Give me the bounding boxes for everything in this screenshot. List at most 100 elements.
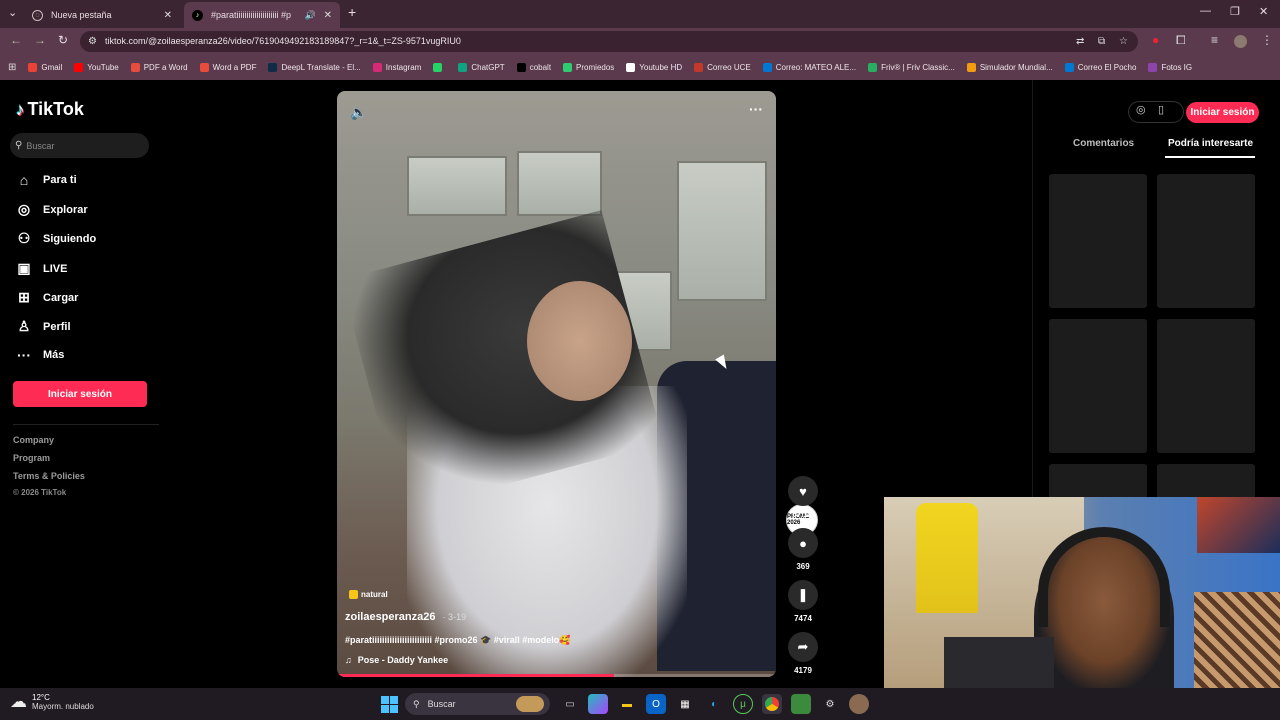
sidebar-item-5[interactable]: ♙ Perfil: [15, 318, 71, 335]
extensions-puzzle-icon[interactable]: ⧠: [1176, 33, 1186, 48]
volume-icon[interactable]: 🔈: [350, 104, 367, 121]
sidebar-item-3[interactable]: ▣ LIVE: [15, 260, 67, 277]
suggested-video-placeholder[interactable]: [1049, 319, 1147, 453]
browser-toolbar: ← → ↻ ⚙ tiktok.com/@zoilaesperanza26/vid…: [0, 28, 1280, 55]
tab-new-tab[interactable]: ◌ Nueva pestaña ✕: [24, 2, 180, 28]
forward-icon[interactable]: →: [34, 33, 46, 47]
store-icon[interactable]: ▦: [675, 694, 695, 714]
bookmark-item[interactable]: Gmail: [28, 63, 62, 72]
close-window-icon[interactable]: ✕: [1259, 5, 1268, 18]
tab-audio-icon[interactable]: 🔊: [305, 10, 316, 21]
outlook-icon[interactable]: O: [646, 694, 666, 714]
translate-icon[interactable]: ⇄: [1076, 36, 1084, 47]
bookmark-label: DeepL Translate - El...: [281, 63, 361, 72]
comment-button[interactable]: ● 369: [787, 528, 819, 571]
close-tab-icon[interactable]: ✕: [164, 10, 172, 21]
profile-avatar[interactable]: [1234, 35, 1247, 48]
suggested-video-placeholder[interactable]: [1157, 319, 1255, 453]
taskbar-search[interactable]: ⚲ Buscar: [405, 693, 550, 715]
header-login-button[interactable]: Iniciar sesión: [1186, 102, 1259, 123]
chrome-menu-icon[interactable]: ⋮: [1261, 33, 1273, 47]
minecraft-icon[interactable]: [791, 694, 811, 714]
apps-grid-icon[interactable]: ⊞: [8, 62, 16, 73]
tab-suggested[interactable]: Podría interesarte: [1168, 138, 1253, 149]
weather-widget[interactable]: ☁ 12°C Mayorm. nublado: [10, 692, 94, 712]
coins-icon[interactable]: ◎: [1136, 103, 1146, 116]
new-tab-button[interactable]: +: [348, 4, 356, 20]
reload-icon[interactable]: ↻: [58, 33, 68, 47]
active-tab-underline: [1165, 156, 1255, 158]
video-author[interactable]: zoilaesperanza26 · 3-19: [345, 611, 466, 623]
task-view-icon[interactable]: ▭: [560, 694, 580, 714]
sticker-tag[interactable]: natural: [349, 590, 388, 599]
close-tab-icon[interactable]: ✕: [324, 10, 332, 21]
login-button[interactable]: Iniciar sesión: [13, 381, 147, 407]
suggested-video-placeholder[interactable]: [1049, 174, 1147, 308]
tab-label: #paratiiiiiiiiiiiiiiiiiiiii #p: [211, 10, 292, 20]
suggested-video-placeholder[interactable]: [1157, 174, 1255, 308]
sidebar-item-1[interactable]: ◎ Explorar: [15, 201, 88, 218]
footer-link-company[interactable]: Company: [13, 435, 54, 445]
bookmark-item[interactable]: YouTube: [74, 63, 119, 72]
site-info-icon[interactable]: ⚙: [88, 36, 97, 47]
bookmark-item[interactable]: Correo UCE: [694, 63, 751, 72]
bookmark-item[interactable]: Fotos IG: [1148, 63, 1192, 72]
bookmark-item[interactable]: [433, 63, 446, 72]
media-controls-icon[interactable]: ≡: [1211, 33, 1218, 47]
sticker-icon: [349, 590, 358, 599]
address-bar[interactable]: ⚙ tiktok.com/@zoilaesperanza26/video/761…: [80, 31, 1138, 52]
bookmark-label: ChatGPT: [471, 63, 505, 72]
bookmark-item[interactable]: Word a PDF: [199, 63, 256, 72]
video-player[interactable]: 🔈 ··· natural zoilaesperanza26 · 3-19 #p…: [337, 91, 776, 677]
bookmark-star-icon[interactable]: ☆: [1119, 36, 1128, 47]
tab-comments[interactable]: Comentarios: [1073, 138, 1134, 149]
sidebar-item-2[interactable]: ⚇ Siguiendo: [15, 230, 96, 247]
bookmark-item[interactable]: PDF a Word: [130, 63, 188, 72]
author-name[interactable]: zoilaesperanza26: [345, 611, 436, 623]
video-progress-bar[interactable]: [337, 674, 776, 677]
utorrent-icon[interactable]: μ: [733, 694, 753, 714]
install-app-icon[interactable]: ⧉: [1098, 36, 1105, 47]
bookmark-item[interactable]: DeepL Translate - El...: [268, 63, 361, 72]
footer-link-program[interactable]: Program: [13, 453, 50, 463]
bookmark-item[interactable]: Youtube HD: [626, 63, 682, 72]
user-app-icon[interactable]: [849, 694, 869, 714]
video-caption[interactable]: #paratiiiiiiiiiiiiiiiiiiiiiiii #promo26 …: [345, 635, 570, 646]
bookmark-item[interactable]: Friv® | Friv Classic...: [868, 63, 955, 72]
chrome-taskbar-icon[interactable]: [762, 694, 782, 714]
bookmark-item[interactable]: Correo El Pocho: [1064, 63, 1136, 72]
sidebar-item-6[interactable]: ··· Más: [15, 347, 64, 363]
bookmark-favicon-icon: [74, 63, 84, 72]
search-input[interactable]: ⚲ Buscar: [10, 133, 149, 158]
share-arrow-icon: ➦: [788, 632, 818, 662]
sidebar-item-label: Para ti: [43, 174, 77, 186]
windows-start-icon[interactable]: [381, 696, 398, 713]
bookmark-item[interactable]: cobalt: [516, 63, 551, 72]
sidebar-item-0[interactable]: ⌂ Para ti: [15, 172, 77, 188]
bookmark-item[interactable]: Correo: MATEO ALE...: [762, 63, 856, 72]
bookmark-item[interactable]: Promiedos: [563, 63, 614, 72]
classroom-window: [407, 156, 507, 216]
bookmark-item[interactable]: ChatGPT: [458, 63, 505, 72]
more-options-icon[interactable]: ···: [749, 101, 763, 117]
copilot-icon[interactable]: [588, 694, 608, 714]
share-button[interactable]: ➦ 4179: [787, 632, 819, 675]
tab-search-chevron-icon[interactable]: ⌄: [8, 6, 17, 19]
extension-red-icon[interactable]: ●: [1152, 33, 1159, 47]
restore-icon[interactable]: ❐: [1230, 5, 1240, 18]
back-icon[interactable]: ←: [10, 33, 22, 47]
like-button[interactable]: ♥ 67.1K: [787, 476, 819, 519]
music-link[interactable]: ♫ Pose - Daddy Yankee: [345, 655, 448, 665]
tiktok-logo[interactable]: ♪ TikTok: [16, 99, 84, 120]
save-button[interactable]: ❚ 7474: [787, 580, 819, 623]
settings-gear-icon[interactable]: ⚙: [820, 694, 840, 714]
footer-link-terms[interactable]: Terms & Policies: [13, 471, 85, 481]
file-explorer-icon[interactable]: ▬: [617, 694, 637, 714]
edge-icon[interactable]: ◐: [704, 694, 724, 714]
tab-tiktok[interactable]: ♪ #paratiiiiiiiiiiiiiiiiiiiii #p 🔊 ✕: [184, 2, 340, 28]
mobile-device-icon[interactable]: ▯: [1158, 103, 1164, 116]
minimize-icon[interactable]: —: [1200, 5, 1211, 17]
sidebar-item-4[interactable]: ⊞ Cargar: [15, 289, 78, 306]
bookmark-item[interactable]: Simulador Mundial...: [966, 63, 1053, 72]
bookmark-item[interactable]: Instagram: [372, 63, 421, 72]
